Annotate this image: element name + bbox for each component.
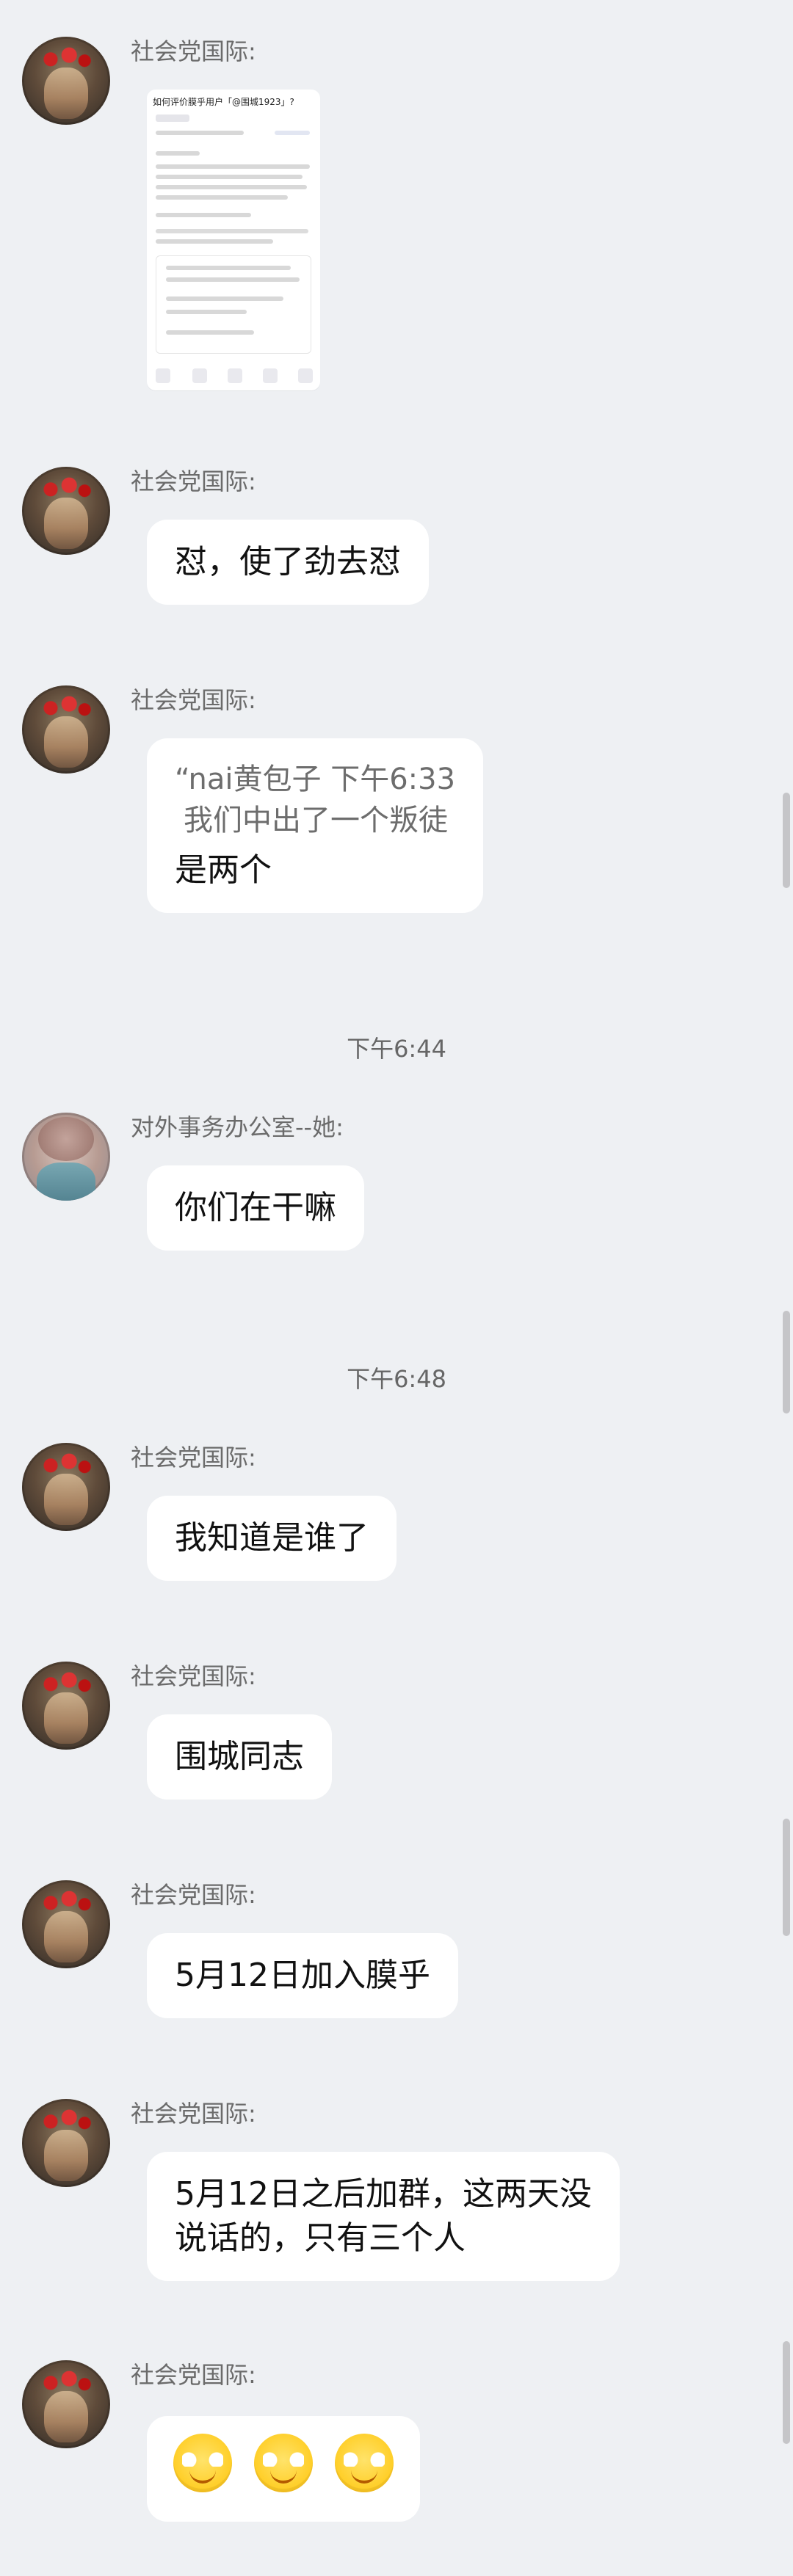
- message-bubble[interactable]: 5月12日之后加群，这两天没 说话的，只有三个人: [147, 2152, 620, 2281]
- scrollbar-thumb[interactable]: [783, 1819, 790, 1936]
- scrollbar-thumb[interactable]: [783, 793, 790, 888]
- message-text: 5月12日加入膜乎: [175, 1957, 430, 1994]
- message-bubble[interactable]: 5月12日加入膜乎: [147, 1933, 458, 2018]
- scrollbar-thumb[interactable]: [783, 1311, 790, 1413]
- message-text: 你们在干嘛: [175, 1189, 336, 1226]
- sender-name: 社会党国际:: [131, 1881, 256, 1909]
- sender-name: 社会党国际:: [131, 2361, 256, 2389]
- sender-name: 社会党国际:: [131, 1662, 256, 1690]
- quote-line: 我们中出了一个叛徒: [184, 804, 448, 837]
- message-bubble[interactable]: 我知道是谁了: [147, 1496, 396, 1581]
- message-text: 是两个: [175, 851, 272, 889]
- message-bubble[interactable]: 围城同志: [147, 1714, 332, 1800]
- avatar[interactable]: [22, 1662, 110, 1750]
- avatar[interactable]: [22, 37, 110, 125]
- sender-name: 社会党国际:: [131, 686, 256, 714]
- message-bubble[interactable]: “nai黄包子 下午6:33 我们中出了一个叛徒 是两个: [147, 738, 484, 913]
- avatar[interactable]: [22, 685, 110, 774]
- avatar[interactable]: [22, 1880, 110, 1968]
- smirk-emoji-icon: [254, 2434, 313, 2492]
- smirk-emoji-icon: [173, 2434, 232, 2492]
- avatar[interactable]: [22, 1113, 110, 1201]
- avatar[interactable]: [22, 2360, 110, 2448]
- message-text: 我知道是谁了: [175, 1519, 369, 1557]
- quote-line: “nai黄包子 下午6:33: [175, 763, 456, 796]
- smirk-emoji-icon: [335, 2434, 394, 2492]
- message-bubble[interactable]: 怼，使了劲去怼: [147, 520, 429, 605]
- scrollbar-thumb[interactable]: [783, 2341, 790, 2444]
- message-text: 围城同志: [175, 1738, 304, 1775]
- avatar[interactable]: [22, 1443, 110, 1531]
- message-bubble[interactable]: [147, 2416, 420, 2522]
- message-text-line: 说话的，只有三个人: [175, 2219, 466, 2257]
- avatar[interactable]: [22, 2099, 110, 2187]
- avatar[interactable]: [22, 467, 110, 555]
- timestamp: 下午6:48: [347, 1365, 446, 1393]
- message-bubble[interactable]: 你们在干嘛: [147, 1165, 364, 1251]
- message-text: 怼，使了劲去怼: [175, 543, 401, 581]
- message-text-line: 5月12日之后加群，这两天没: [175, 2175, 592, 2213]
- image-title: 如何评价膜乎用户「@围城1923」?: [153, 97, 294, 107]
- timestamp: 下午6:44: [347, 1035, 446, 1063]
- sender-name: 对外事务办公室--她:: [131, 1113, 344, 1141]
- image-message-thumbnail[interactable]: 如何评价膜乎用户「@围城1923」?: [147, 90, 320, 390]
- sender-name: 社会党国际:: [131, 1444, 256, 1471]
- sender-name: 社会党国际:: [131, 2100, 256, 2128]
- sender-name: 社会党国际:: [131, 467, 256, 495]
- sender-name: 社会党国际:: [131, 37, 256, 65]
